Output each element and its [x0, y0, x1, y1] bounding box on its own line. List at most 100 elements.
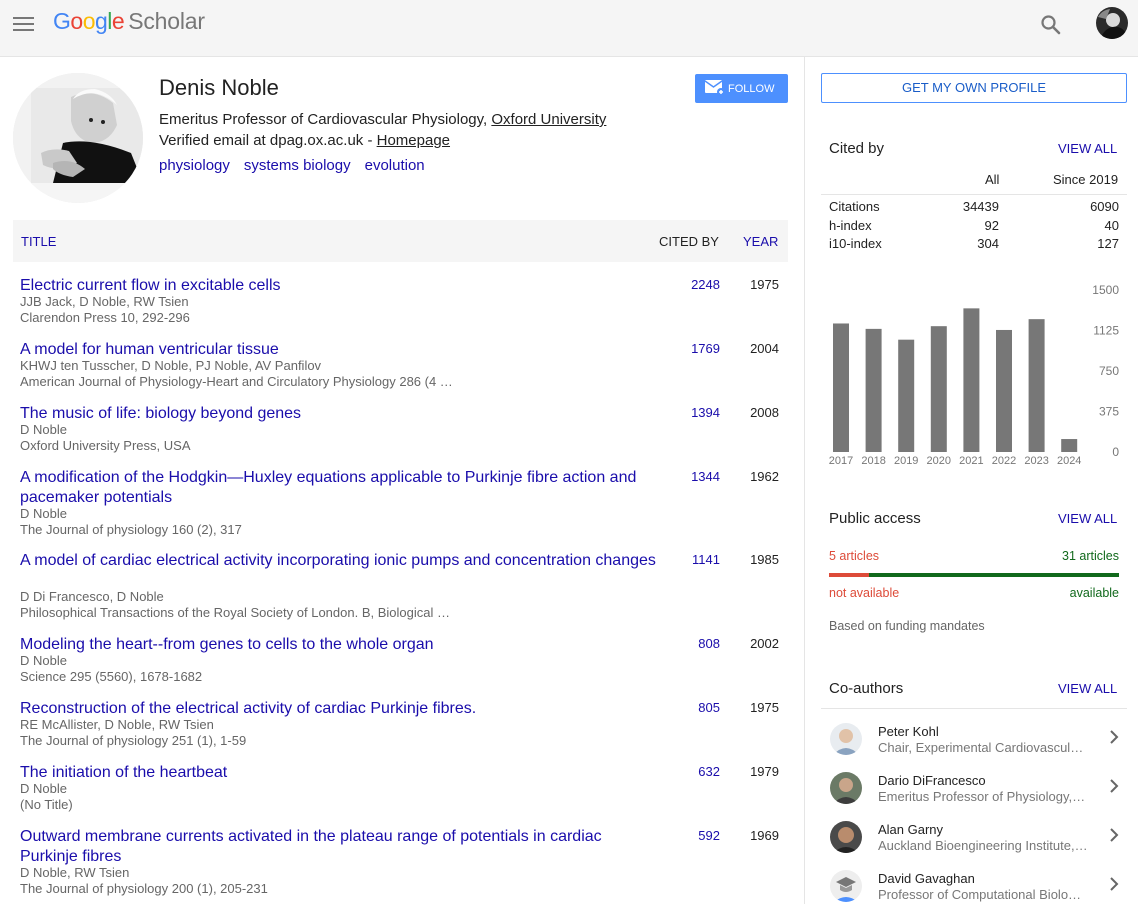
- article-year: 1962: [750, 469, 779, 484]
- article-cited-by[interactable]: 808: [681, 636, 720, 651]
- y-tick-label: 375: [1099, 405, 1119, 419]
- article-authors: D Noble, RW Tsien: [20, 865, 130, 880]
- x-tick-label: 2023: [1024, 455, 1048, 467]
- search-icon[interactable]: [1040, 14, 1062, 36]
- article-year: 2004: [750, 341, 779, 356]
- chart-bar[interactable]: [996, 329, 1012, 452]
- public-access-view-all[interactable]: VIEW ALL: [1058, 511, 1117, 526]
- article-cited-by[interactable]: 592: [681, 828, 720, 843]
- chart-bar[interactable]: [865, 328, 882, 452]
- menu-icon[interactable]: [13, 16, 35, 32]
- col-since-label: Since 2019: [1053, 172, 1119, 187]
- article-venue: The Journal of physiology 160 (2), 317: [20, 522, 242, 537]
- public-access-title: Public access: [829, 510, 921, 527]
- stat-since: 6090: [1090, 199, 1119, 214]
- col-all-label: All: [985, 172, 1000, 187]
- article-title[interactable]: Electric current flow in excitable cells: [20, 276, 660, 296]
- sort-by-cited[interactable]: CITED BY: [659, 234, 719, 249]
- article-cited-by[interactable]: 1769: [681, 341, 720, 356]
- coauthor-name: Alan Garny: [878, 822, 944, 837]
- get-my-own-profile-button[interactable]: GET MY OWN PROFILE: [821, 73, 1127, 103]
- profile-photo: [13, 73, 143, 203]
- coauthor-item[interactable]: Peter Kohl Chair, Experimental Cardiovas…: [821, 721, 1127, 769]
- article-authors: JJB Jack, D Noble, RW Tsien: [20, 294, 189, 309]
- interest-physiology[interactable]: physiology: [159, 157, 230, 174]
- not-available-bar: [829, 573, 870, 577]
- not-available-count[interactable]: 5 articles: [829, 549, 879, 563]
- article-year: 2002: [750, 636, 779, 651]
- article-cited-by[interactable]: 632: [681, 764, 720, 779]
- article-title[interactable]: The initiation of the heartbeat: [20, 763, 660, 783]
- article-title[interactable]: Outward membrane currents activated in t…: [20, 827, 660, 866]
- x-tick-label: 2017: [829, 455, 853, 467]
- account-avatar[interactable]: [1096, 7, 1128, 39]
- article-venue: Oxford University Press, USA: [20, 438, 191, 453]
- x-tick-label: 2024: [1057, 455, 1081, 467]
- article-cited-by[interactable]: 805: [681, 700, 720, 715]
- x-tick-label: 2021: [959, 455, 983, 467]
- interest-evolution[interactable]: evolution: [365, 157, 425, 174]
- stat-since: 40: [1104, 218, 1119, 233]
- article-venue: Philosophical Transactions of the Royal …: [20, 605, 450, 620]
- sort-by-year[interactable]: YEAR: [743, 234, 778, 249]
- default-avatar-icon: [830, 870, 862, 902]
- stat-label: h-index: [829, 218, 872, 233]
- chart-bar[interactable]: [1028, 319, 1045, 452]
- chevron-right-icon: [1110, 730, 1119, 744]
- homepage-link[interactable]: Homepage: [377, 132, 450, 149]
- available-count[interactable]: 31 articles: [1062, 549, 1119, 563]
- chart-bar[interactable]: [963, 308, 980, 452]
- stat-all: 304: [977, 236, 999, 251]
- x-tick-label: 2019: [894, 455, 918, 467]
- affiliation-text: Emeritus Professor of Cardiovascular Phy…: [159, 111, 488, 128]
- article-cited-by[interactable]: 1344: [681, 469, 720, 484]
- article-title[interactable]: A model of cardiac electrical activity i…: [20, 551, 660, 571]
- stat-all: 34439: [962, 199, 999, 214]
- sort-by-title[interactable]: TITLE: [21, 234, 56, 249]
- coauthor-name: Peter Kohl: [878, 724, 939, 739]
- chart-bar[interactable]: [898, 339, 915, 452]
- top-bar: Google Scholar: [0, 0, 1138, 57]
- profile-email: Verified email at dpag.ox.ac.uk - Homepa…: [159, 132, 450, 149]
- citations-bar-chart: 1500 1125 750 375 0 2017 2018 2019 2020 2021 2022 2…: [829, 283, 1120, 467]
- article-title[interactable]: The music of life: biology beyond genes: [20, 404, 660, 424]
- article-title[interactable]: Modeling the heart--from genes to cells …: [20, 635, 660, 655]
- interest-systems-biology[interactable]: systems biology: [244, 157, 351, 174]
- cited-by-view-all[interactable]: VIEW ALL: [1058, 141, 1117, 156]
- coauthor-item[interactable]: David Gavaghan Professor of Computationa…: [821, 868, 1127, 904]
- google-scholar-logo[interactable]: Google Scholar: [53, 8, 205, 35]
- logo-scholar: Scholar: [128, 8, 205, 34]
- divider: [821, 708, 1127, 709]
- article-authors: D Noble: [20, 506, 67, 521]
- chart-bar[interactable]: [1061, 439, 1078, 452]
- coauthor-avatar: [830, 821, 862, 853]
- article-cited-by[interactable]: 1141: [681, 552, 720, 567]
- stat-since: 127: [1097, 236, 1119, 251]
- article-title[interactable]: A model for human ventricular tissue: [20, 340, 660, 360]
- affiliation-link[interactable]: Oxford University: [491, 111, 606, 128]
- email-text: Verified email at dpag.ox.ac.uk -: [159, 132, 373, 149]
- article-year: 1985: [750, 552, 779, 567]
- article-cited-by[interactable]: 2248: [681, 277, 720, 292]
- column-divider: [804, 57, 805, 904]
- chevron-right-icon: [1110, 779, 1119, 793]
- x-tick-label: 2018: [861, 455, 885, 467]
- article-cited-by[interactable]: 1394: [681, 405, 720, 420]
- stat-label: Citations: [829, 199, 880, 214]
- coauthor-affiliation: Emeritus Professor of Physiology, Univer…: [878, 789, 1088, 804]
- coauthor-item[interactable]: Alan Garny Auckland Bioengineering Insti…: [821, 819, 1127, 867]
- chart-bar[interactable]: [833, 323, 849, 452]
- coauthors-view-all[interactable]: VIEW ALL: [1058, 681, 1117, 696]
- divider: [821, 194, 1127, 195]
- follow-button[interactable]: FOLLOW: [695, 74, 788, 103]
- x-tick-label: 2022: [992, 455, 1016, 467]
- logo-google: Google: [53, 8, 125, 34]
- coauthor-item[interactable]: Dario DiFrancesco Emeritus Professor of …: [821, 770, 1127, 818]
- article-authors: D Noble: [20, 422, 67, 437]
- article-title[interactable]: A modification of the Hodgkin—Huxley equ…: [20, 468, 660, 507]
- y-tick-label: 750: [1099, 364, 1119, 378]
- profile-name: Denis Noble: [159, 75, 279, 100]
- chart-bar[interactable]: [930, 326, 947, 452]
- article-title[interactable]: Reconstruction of the electrical activit…: [20, 699, 660, 719]
- coauthor-name: Dario DiFrancesco: [878, 773, 986, 788]
